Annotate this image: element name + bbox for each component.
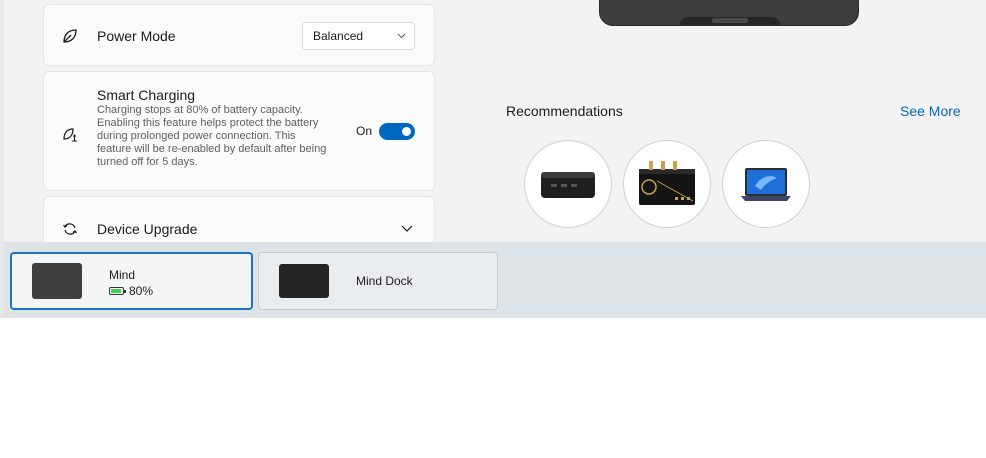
sound-card-product-image <box>639 161 695 205</box>
device-upgrade-title: Device Upgrade <box>97 221 198 237</box>
app-window: Power Mode Balanced Smart Charging Charg… <box>4 0 986 318</box>
battery-tip <box>124 290 126 293</box>
battery-percent: 80% <box>129 284 154 298</box>
mind-dock-thumbnail <box>279 264 329 298</box>
smart-charging-card: Smart Charging Charging stops at 80% of … <box>43 71 435 191</box>
device-tab-mind[interactable]: Mind 80% <box>10 252 253 310</box>
chevron-down-icon <box>397 23 406 58</box>
smart-charging-title: Smart Charging <box>97 87 196 103</box>
recommendation-sound-card[interactable] <box>623 140 711 228</box>
recommendation-tablet[interactable] <box>722 140 810 228</box>
smart-charging-toggle-label: On <box>356 124 373 138</box>
device-name-mind-dock: Mind Dock <box>356 274 413 288</box>
power-mode-select[interactable]: Balanced <box>302 22 415 50</box>
see-more-link[interactable]: See More <box>900 103 961 119</box>
toggle-knob <box>402 127 411 136</box>
device-upgrade-card[interactable]: Device Upgrade <box>43 196 435 246</box>
battery-status: 80% <box>109 284 153 298</box>
power-mode-value: Balanced <box>313 29 364 43</box>
smart-charging-toggle[interactable] <box>379 123 415 140</box>
device-bar: Mind 80% Mind Dock <box>4 242 986 318</box>
dock-product-image <box>541 172 595 198</box>
power-mode-card: Power Mode Balanced <box>43 4 435 66</box>
chevron-down-icon[interactable] <box>400 221 414 240</box>
device-image <box>599 0 859 26</box>
recommendations-title: Recommendations <box>506 103 623 119</box>
eco-charging-icon <box>60 124 80 144</box>
device-tab-mind-dock[interactable]: Mind Dock <box>258 252 498 310</box>
battery-icon <box>109 287 126 295</box>
power-mode-title: Power Mode <box>97 28 176 44</box>
smart-charging-description: Charging stops at 80% of battery capacit… <box>97 104 327 168</box>
battery-fill <box>111 289 122 293</box>
sync-icon <box>60 219 80 239</box>
device-image-port <box>712 18 748 23</box>
mind-device-thumbnail <box>32 263 82 299</box>
leaf-icon <box>60 26 80 46</box>
recommendation-dock[interactable] <box>524 140 612 228</box>
tablet-laptop-product-image <box>741 168 791 201</box>
device-name-mind: Mind <box>109 268 136 282</box>
